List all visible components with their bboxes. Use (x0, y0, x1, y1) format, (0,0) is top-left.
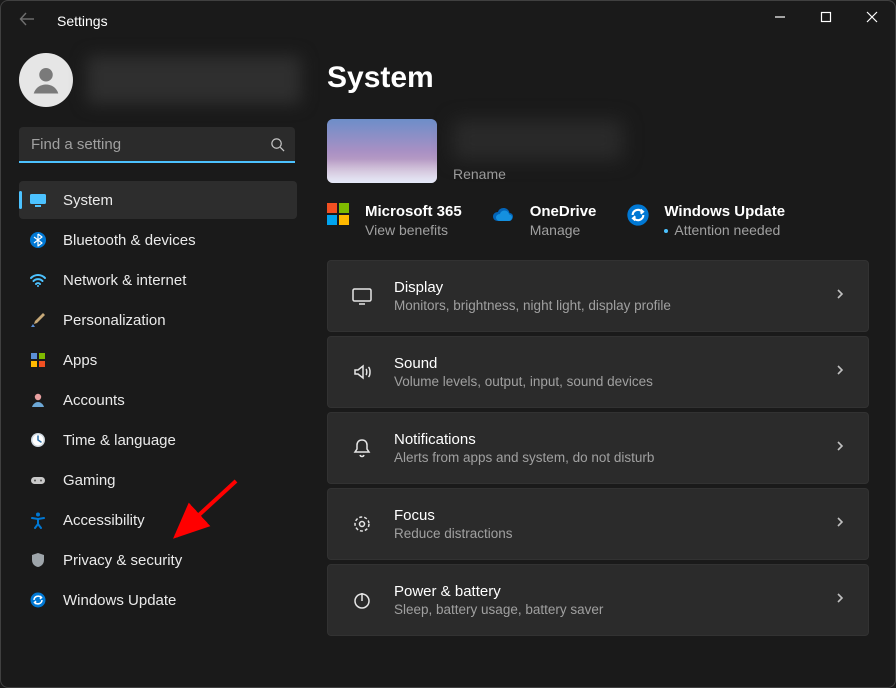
microsoft-logo-icon (327, 203, 353, 229)
settings-card-power[interactable]: Power & battery Sleep, battery usage, ba… (327, 564, 869, 636)
sidebar-item-accessibility[interactable]: Accessibility (19, 501, 297, 539)
service-title: OneDrive (530, 203, 597, 220)
bluetooth-icon (29, 231, 47, 249)
wifi-icon (29, 271, 47, 289)
system-icon (29, 191, 47, 209)
minimize-button[interactable] (757, 1, 803, 33)
card-sub: Volume levels, output, input, sound devi… (394, 374, 834, 389)
card-title: Power & battery (394, 583, 834, 600)
sidebar-item-label: Gaming (63, 472, 116, 489)
clock-icon (29, 431, 47, 449)
service-windows-update[interactable]: Windows Update Attention needed (626, 203, 785, 238)
card-title: Display (394, 279, 834, 296)
service-title: Microsoft 365 (365, 203, 462, 220)
sidebar-item-label: Apps (63, 352, 97, 369)
sidebar-item-network[interactable]: Network & internet (19, 261, 297, 299)
page-title: System (327, 61, 869, 95)
card-sub: Monitors, brightness, night light, displ… (394, 298, 834, 313)
card-title: Focus (394, 507, 834, 524)
shield-icon (29, 551, 47, 569)
chevron-right-icon (834, 591, 846, 609)
settings-card-sound[interactable]: Sound Volume levels, output, input, soun… (327, 336, 869, 408)
card-sub: Reduce distractions (394, 526, 834, 541)
service-sub: Attention needed (664, 222, 785, 238)
apps-icon (29, 351, 47, 369)
chevron-right-icon (834, 439, 846, 457)
bell-icon (350, 436, 374, 460)
power-icon (350, 588, 374, 612)
sidebar-item-label: Windows Update (63, 592, 176, 609)
device-name-redacted (453, 120, 623, 160)
settings-card-notifications[interactable]: Notifications Alerts from apps and syste… (327, 412, 869, 484)
sidebar-item-windows-update[interactable]: Windows Update (19, 581, 297, 619)
display-icon (350, 284, 374, 308)
back-button[interactable] (19, 11, 47, 32)
focus-icon (350, 512, 374, 536)
sidebar-item-apps[interactable]: Apps (19, 341, 297, 379)
sidebar-item-privacy[interactable]: Privacy & security (19, 541, 297, 579)
update-icon (29, 591, 47, 609)
accessibility-icon (29, 511, 47, 529)
sidebar-item-personalization[interactable]: Personalization (19, 301, 297, 339)
close-button[interactable] (849, 1, 895, 33)
avatar (19, 53, 73, 107)
card-sub: Sleep, battery usage, battery saver (394, 602, 834, 617)
brush-icon (29, 311, 47, 329)
sidebar-item-system[interactable]: System (19, 181, 297, 219)
search-icon (270, 137, 285, 157)
account-header[interactable] (19, 49, 301, 111)
maximize-button[interactable] (803, 1, 849, 33)
sidebar-item-label: Privacy & security (63, 552, 182, 569)
update-icon (626, 203, 652, 229)
card-title: Sound (394, 355, 834, 372)
sidebar-item-label: Accounts (63, 392, 125, 409)
service-onedrive[interactable]: OneDrive Manage (492, 203, 597, 238)
card-title: Notifications (394, 431, 834, 448)
sidebar-item-label: Accessibility (63, 512, 145, 529)
sidebar-item-accounts[interactable]: Accounts (19, 381, 297, 419)
onedrive-icon (492, 203, 518, 229)
settings-card-display[interactable]: Display Monitors, brightness, night ligh… (327, 260, 869, 332)
service-title: Windows Update (664, 203, 785, 220)
sidebar-item-label: Personalization (63, 312, 166, 329)
card-sub: Alerts from apps and system, do not dist… (394, 450, 834, 465)
sidebar-item-time-language[interactable]: Time & language (19, 421, 297, 459)
service-microsoft365[interactable]: Microsoft 365 View benefits (327, 203, 462, 238)
gamepad-icon (29, 471, 47, 489)
device-thumbnail[interactable] (327, 119, 437, 183)
sidebar-item-label: Time & language (63, 432, 176, 449)
chevron-right-icon (834, 515, 846, 533)
service-sub: Manage (530, 222, 597, 238)
person-icon (29, 391, 47, 409)
sidebar-item-label: System (63, 192, 113, 209)
window-title: Settings (57, 13, 108, 29)
sidebar-item-label: Bluetooth & devices (63, 232, 196, 249)
sidebar-item-bluetooth[interactable]: Bluetooth & devices (19, 221, 297, 259)
service-sub: View benefits (365, 222, 462, 238)
sound-icon (350, 360, 374, 384)
chevron-right-icon (834, 287, 846, 305)
account-info-redacted (87, 56, 301, 104)
search-input[interactable] (19, 127, 295, 163)
rename-link[interactable]: Rename (453, 166, 623, 182)
chevron-right-icon (834, 363, 846, 381)
settings-card-focus[interactable]: Focus Reduce distractions (327, 488, 869, 560)
nav-list: System Bluetooth & devices Network & int… (19, 181, 301, 619)
sidebar-item-label: Network & internet (63, 272, 186, 289)
sidebar-item-gaming[interactable]: Gaming (19, 461, 297, 499)
